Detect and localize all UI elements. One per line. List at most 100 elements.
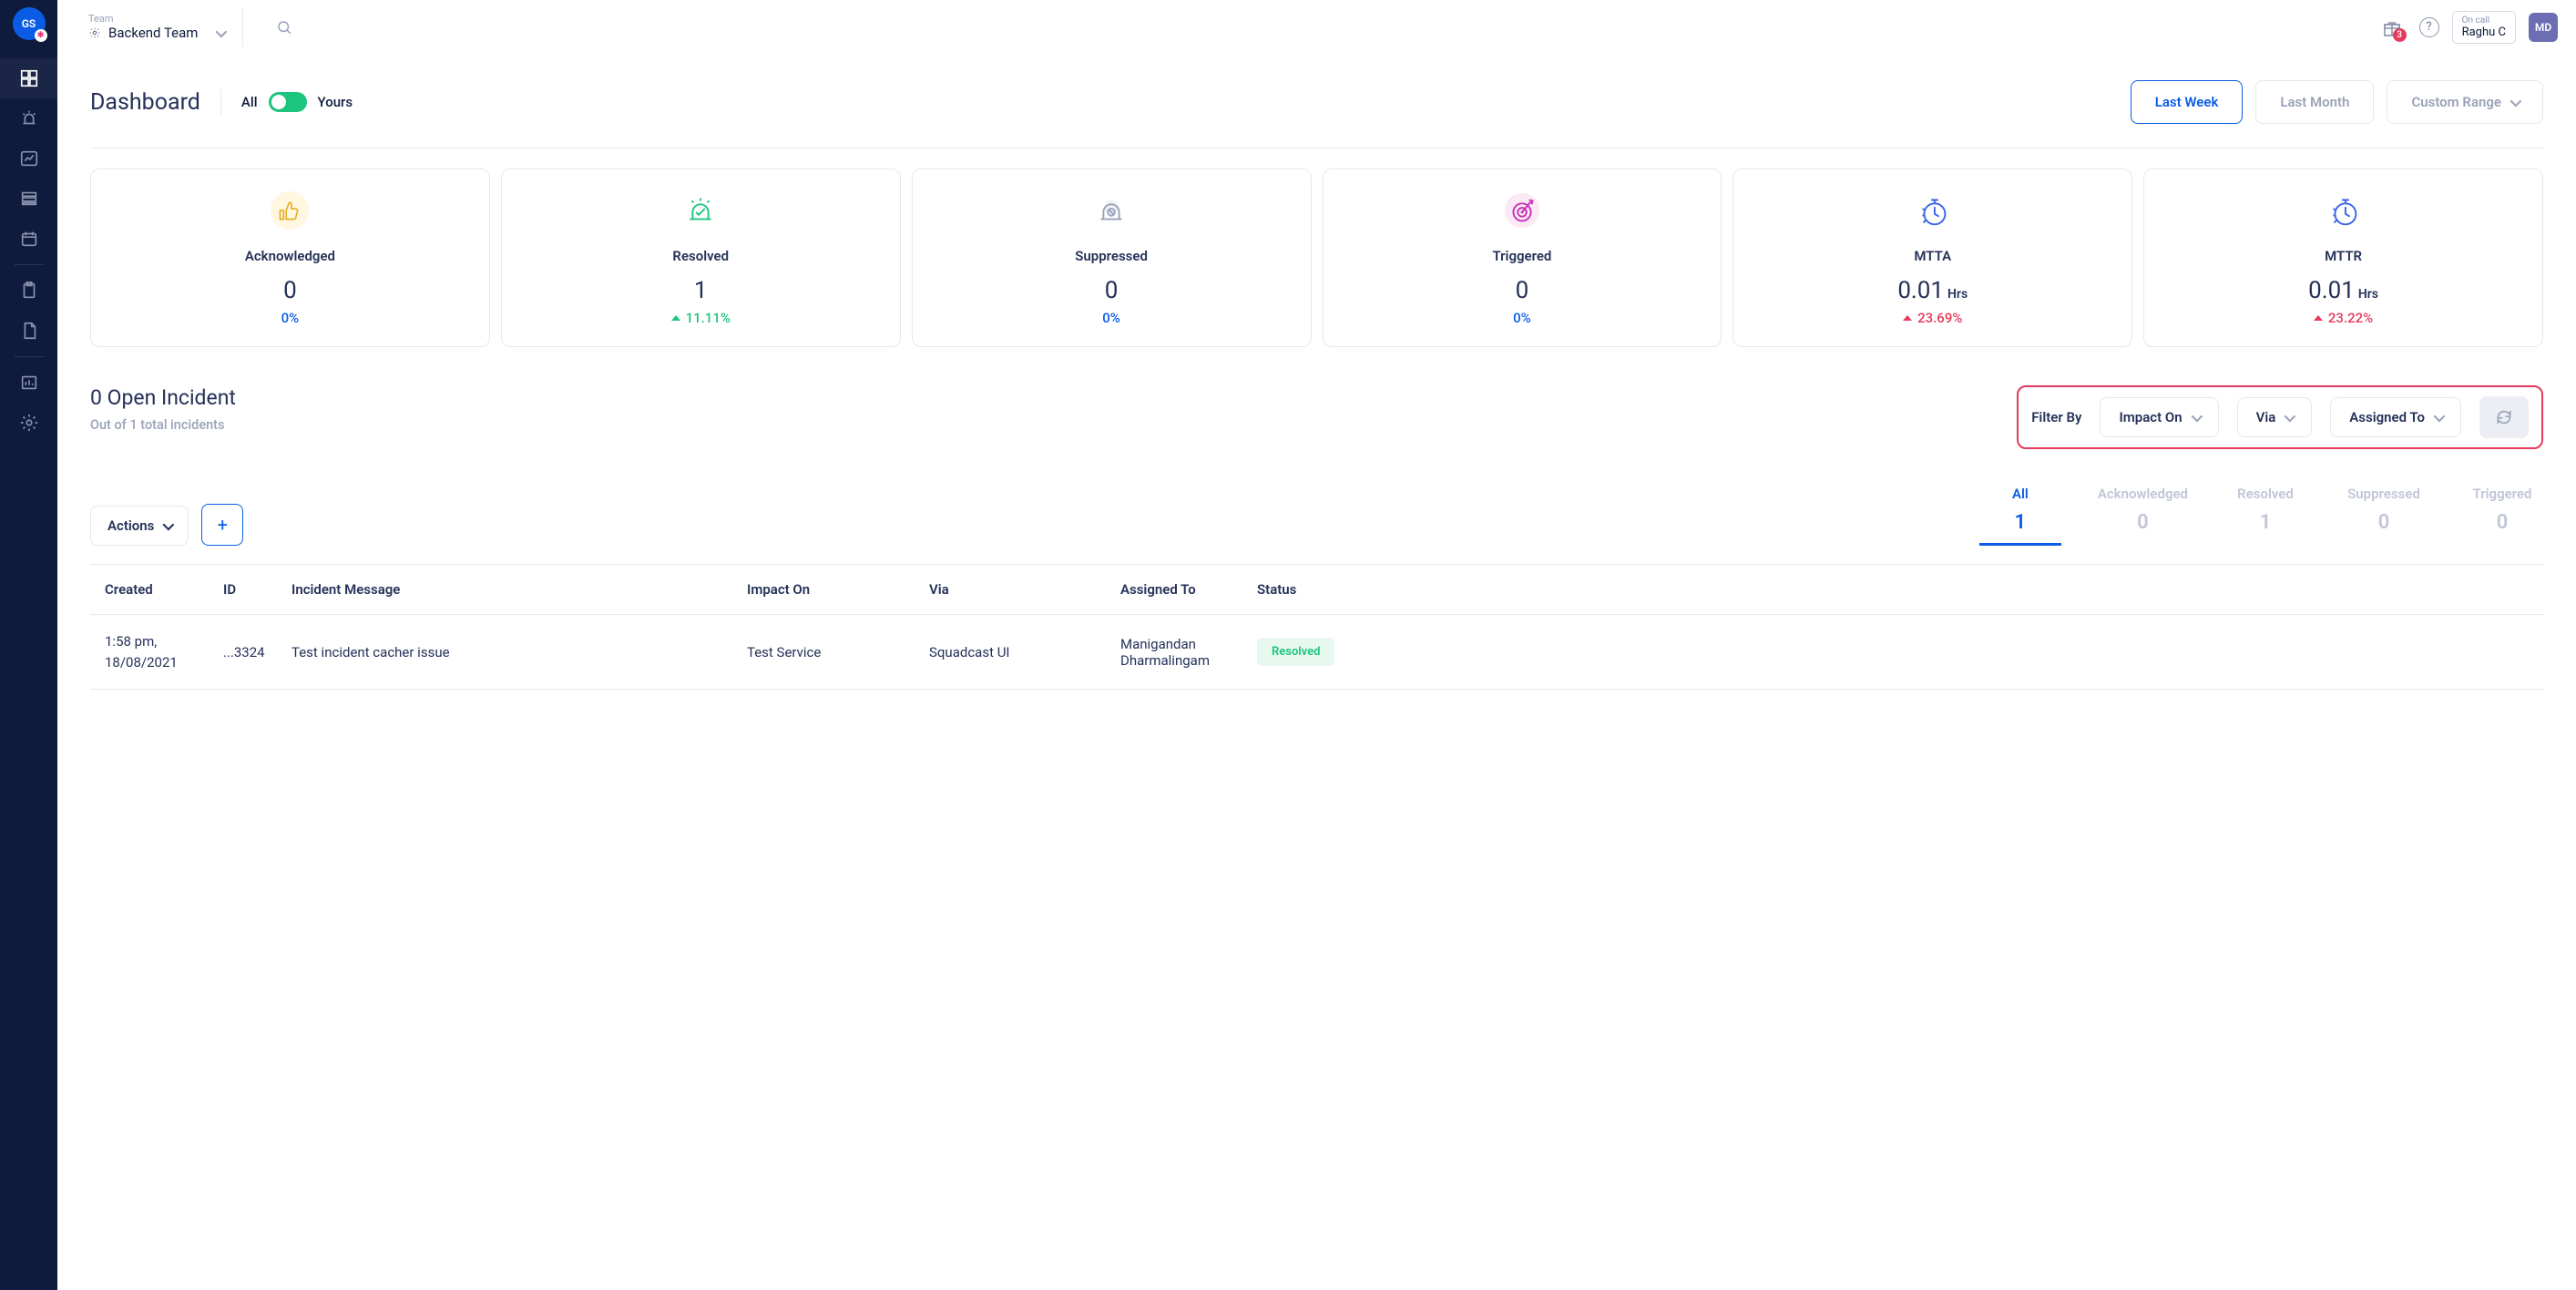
stat-suppressed[interactable]: Suppressed 0 0% <box>912 169 1312 347</box>
filter-bar: Filter By Impact On Via Assigned To <box>2017 385 2543 449</box>
stopwatch-icon <box>2323 189 2365 231</box>
range-last-month[interactable]: Last Month <box>2255 80 2374 124</box>
main: Team Backend Team 3 ? On call Raghu C <box>57 0 2576 1290</box>
stat-value: 0.01Hrs <box>1743 277 2122 304</box>
refresh-button[interactable] <box>2479 396 2529 438</box>
add-incident-button[interactable]: + <box>201 504 243 546</box>
col-status: Status <box>1257 581 1375 598</box>
stat-value: 0.01Hrs <box>2153 277 2533 304</box>
stats-row: Acknowledged 0 0% Resolved 1 11.11% Supp… <box>90 169 2543 347</box>
open-incidents-count: 0 Open Incident Out of 1 total incidents <box>90 385 236 433</box>
cell-assigned: Manigandan Dharmalingam <box>1120 636 1257 669</box>
table-row[interactable]: 1:58 pm, 18/08/2021 ...3324 Test inciden… <box>90 615 2543 690</box>
stat-value: 0 <box>1333 277 1712 304</box>
oncall-indicator[interactable]: On call Raghu C <box>2452 11 2516 44</box>
scope-toggle: All Yours <box>241 92 353 112</box>
content: Dashboard All Yours Last Week Last Month… <box>57 55 2576 1290</box>
range-custom[interactable]: Custom Range <box>2387 80 2543 124</box>
chevron-down-icon <box>2434 410 2446 422</box>
filter-by-label: Filter By <box>2031 409 2081 425</box>
refresh-icon <box>2495 408 2513 426</box>
scope-switch[interactable] <box>269 92 307 112</box>
cell-status: Resolved <box>1257 638 1375 666</box>
team-select[interactable]: Backend Team <box>88 25 224 41</box>
stat-triggered[interactable]: Triggered 0 0% <box>1323 169 1722 347</box>
tab-acknowledged[interactable]: Acknowledged 0 <box>2098 486 2188 546</box>
team-name: Backend Team <box>108 25 198 41</box>
file-icon <box>19 321 39 341</box>
chart-icon <box>19 148 39 169</box>
siren-icon <box>19 108 39 128</box>
chevron-down-icon <box>163 518 175 530</box>
cell-message: Test incident cacher issue <box>291 644 747 660</box>
nav-status[interactable] <box>0 363 57 403</box>
org-avatar[interactable]: GS ✱ <box>13 7 46 40</box>
oncall-name: Raghu C <box>2462 26 2506 39</box>
stat-mttr[interactable]: MTTR 0.01Hrs 23.22% <box>2143 169 2543 347</box>
tab-suppressed[interactable]: Suppressed 0 <box>2343 486 2425 546</box>
stat-mtta[interactable]: MTTA 0.01Hrs 23.69% <box>1733 169 2132 347</box>
col-assigned: Assigned To <box>1120 581 1257 598</box>
col-message: Incident Message <box>291 581 747 598</box>
cell-created: 1:58 pm, 18/08/2021 <box>105 631 223 672</box>
stat-acknowledged[interactable]: Acknowledged 0 0% <box>90 169 490 347</box>
page-title: Dashboard <box>90 89 221 116</box>
topbar: Team Backend Team 3 ? On call Raghu C <box>57 0 2576 55</box>
filter-impact-on[interactable]: Impact On <box>2100 397 2218 437</box>
open-incidents-header: 0 Open Incident Out of 1 total incidents… <box>90 385 2543 449</box>
chevron-down-icon <box>216 26 228 37</box>
table-header: Created ID Incident Message Impact On Vi… <box>90 564 2543 615</box>
incident-tabs: All 1 Acknowledged 0 Resolved 1 Suppress… <box>1979 486 2543 546</box>
clipboard-icon <box>19 281 39 301</box>
col-via: Via <box>929 581 1120 598</box>
nav-escalation[interactable] <box>0 271 57 311</box>
bars-icon <box>19 373 39 393</box>
actions-dropdown[interactable]: Actions <box>90 506 189 546</box>
tab-triggered[interactable]: Triggered 0 <box>2461 486 2543 546</box>
search-button[interactable] <box>269 12 300 43</box>
stat-value: 0 <box>922 277 1302 304</box>
stat-label: Resolved <box>511 248 891 264</box>
stat-change: 0% <box>922 310 1302 326</box>
tab-resolved[interactable]: Resolved 1 <box>2224 486 2306 546</box>
stat-resolved[interactable]: Resolved 1 11.11% <box>501 169 901 347</box>
cell-id: ...3324 <box>223 644 291 660</box>
nav-services[interactable] <box>0 179 57 219</box>
stat-change: 11.11% <box>511 310 891 326</box>
stat-label: Triggered <box>1333 248 1712 264</box>
nav-schedules[interactable] <box>0 219 57 259</box>
nav-incidents[interactable] <box>0 98 57 138</box>
nav-settings[interactable] <box>0 403 57 443</box>
open-subtitle: Out of 1 total incidents <box>90 417 236 433</box>
target-icon <box>1501 189 1543 231</box>
nav-dashboard[interactable] <box>0 58 57 98</box>
sidebar: GS ✱ <box>0 0 57 1290</box>
plus-icon: + <box>218 514 228 536</box>
user-avatar[interactable]: MD <box>2529 13 2558 42</box>
range-last-week[interactable]: Last Week <box>2131 80 2244 124</box>
incidents-table: Created ID Incident Message Impact On Vi… <box>90 564 2543 690</box>
filter-via[interactable]: Via <box>2237 397 2313 437</box>
thumbs-up-icon <box>269 189 311 231</box>
siren-check-icon <box>680 189 721 231</box>
stat-value: 0 <box>100 277 480 304</box>
stat-label: MTTA <box>1743 248 2122 264</box>
date-range-group: Last Week Last Month Custom Range <box>2131 80 2543 124</box>
status-badge: Resolved <box>1257 638 1334 666</box>
whats-new-button[interactable]: 3 <box>2381 16 2403 38</box>
team-label: Team <box>88 13 224 25</box>
actions-row: Actions + All 1 Acknowledged 0 <box>90 486 2543 546</box>
filter-assigned-to[interactable]: Assigned To <box>2330 397 2461 437</box>
tab-all[interactable]: All 1 <box>1979 486 2061 546</box>
notification-badge: 3 <box>2393 28 2407 42</box>
nav-runbooks[interactable] <box>0 311 57 351</box>
help-button[interactable]: ? <box>2419 17 2439 37</box>
help-icon: ? <box>2426 20 2431 34</box>
chevron-down-icon <box>2510 95 2522 107</box>
col-created: Created <box>105 581 223 598</box>
search-icon <box>276 19 292 36</box>
nav-analytics[interactable] <box>0 138 57 179</box>
stat-change: 23.22% <box>2153 310 2533 326</box>
dashboard-icon <box>19 68 39 88</box>
calendar-icon <box>19 229 39 249</box>
